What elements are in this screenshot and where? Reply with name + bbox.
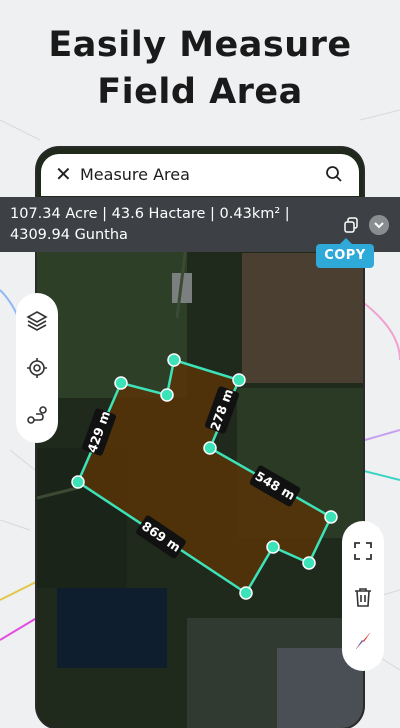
vertex-handle[interactable] [203, 441, 217, 455]
vertex-handle[interactable] [71, 475, 85, 489]
vertex-handle[interactable] [302, 556, 316, 570]
field-polygon [76, 358, 333, 595]
vertex-handle[interactable] [239, 586, 253, 600]
vertex-handle[interactable] [266, 540, 280, 554]
field-polygon-layer: 429 m 278 m 548 m 869 m [71, 353, 338, 600]
vertex-handle[interactable] [160, 388, 174, 402]
vertex-handle[interactable] [167, 353, 181, 367]
vertex-handle[interactable] [324, 510, 338, 524]
vertex-handle[interactable] [114, 376, 128, 390]
vertex-handle[interactable] [232, 373, 246, 387]
